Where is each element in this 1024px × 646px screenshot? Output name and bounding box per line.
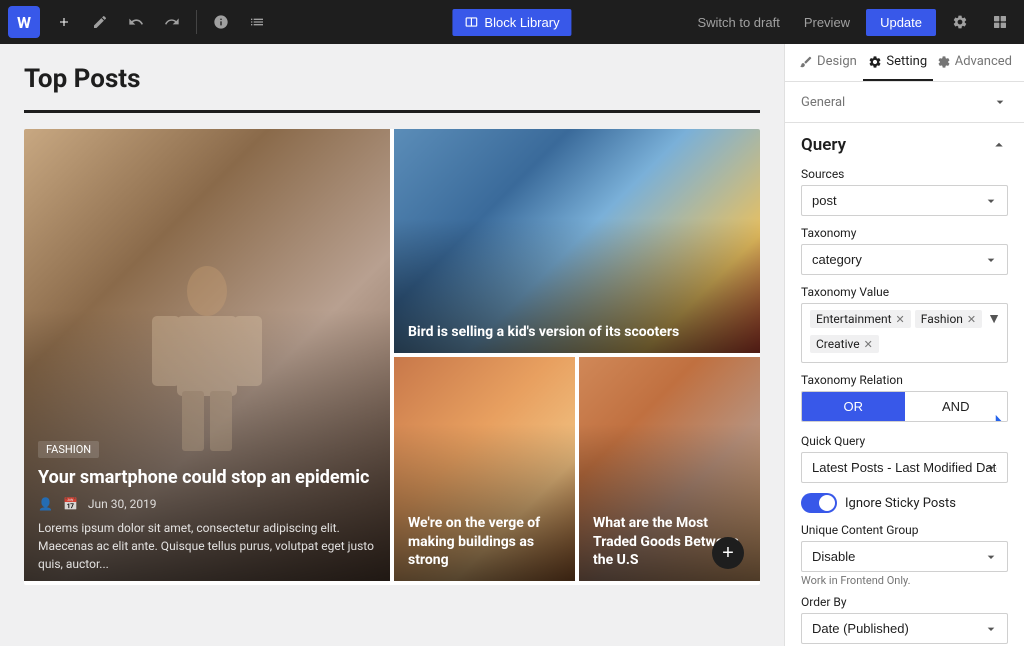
fashion-card-title: Your smartphone could stop an epidemic (38, 466, 376, 489)
preview-button[interactable]: Preview (796, 11, 858, 34)
order-by-label: Order By (801, 595, 1008, 609)
add-content-button[interactable]: + (712, 537, 744, 569)
fashion-card-meta: 👤 📅 Jun 30, 2019 (38, 497, 376, 511)
tab-design[interactable]: Design (793, 44, 863, 81)
verge-card-overlay: We're on the verge of making buildings a… (394, 502, 575, 581)
sources-label: Sources (801, 167, 1008, 181)
toolbar-right: Switch to draft Preview Update (689, 6, 1016, 38)
quick-query-select[interactable]: Latest Posts - Last Modified Date (801, 452, 1008, 483)
taxonomy-value-label: Taxonomy Value (801, 285, 1008, 299)
ignore-sticky-label: Ignore Sticky Posts (845, 496, 956, 511)
undo-button[interactable] (120, 6, 152, 38)
taxonomy-relation-label: Taxonomy Relation (801, 373, 1008, 387)
tag-fashion-remove[interactable]: ✕ (967, 313, 976, 326)
taxonomy-value-field[interactable]: Entertainment ✕ Fashion ✕ Creative ✕ (801, 303, 1008, 363)
unique-content-label: Unique Content Group (801, 523, 1008, 537)
title-underline (24, 110, 760, 113)
right-column: Bird is selling a kid's version of its s… (394, 129, 760, 581)
ignore-sticky-row: Ignore Sticky Posts (801, 493, 1008, 513)
post-card-verge[interactable]: We're on the verge of making buildings a… (394, 357, 575, 581)
settings-button[interactable] (944, 6, 976, 38)
verge-card-title: We're on the verge of making buildings a… (408, 514, 561, 569)
general-chevron-icon (992, 94, 1008, 110)
quick-query-label: Quick Query (801, 434, 1008, 448)
author-icon: 👤 (38, 497, 53, 511)
tag-creative: Creative ✕ (810, 335, 879, 353)
posts-grid: Fashion Your smartphone could stop an ep… (24, 129, 760, 585)
taxonomy-select[interactable]: category (801, 244, 1008, 275)
toolbar: W Block Library Switch to draft Preview … (0, 0, 1024, 44)
bird-card-title: Bird is selling a kid's version of its s… (408, 323, 746, 341)
post-card-bird[interactable]: Bird is selling a kid's version of its s… (394, 129, 760, 353)
ignore-sticky-toggle[interactable] (801, 493, 837, 513)
general-section-header[interactable]: General (785, 82, 1024, 122)
query-title: Query (801, 135, 846, 155)
block-library-button[interactable]: Block Library (452, 9, 571, 36)
post-card-fashion[interactable]: Fashion Your smartphone could stop an ep… (24, 129, 390, 585)
tag-entertainment-remove[interactable]: ✕ (896, 313, 905, 326)
general-label: General (801, 95, 845, 110)
general-section: General (785, 82, 1024, 123)
add-block-button[interactable] (48, 6, 80, 38)
query-section: Query Sources post Taxonomy category (785, 123, 1024, 646)
query-chevron-icon[interactable] (990, 136, 1008, 154)
blocks-panel-button[interactable] (984, 6, 1016, 38)
tab-advanced[interactable]: Advanced (933, 44, 1016, 81)
query-section-title: Query (785, 123, 1024, 159)
query-section-body: Sources post Taxonomy category Taxonomy … (785, 159, 1024, 646)
tools-button[interactable] (84, 6, 116, 38)
taxonomy-value-wrapper: Entertainment ✕ Fashion ✕ Creative ✕ (801, 303, 1008, 363)
relation-or-button[interactable]: OR (802, 392, 905, 421)
taxonomy-relation-row: OR AND (801, 391, 1008, 422)
taxonomy-value-arrow-icon: ▼ (987, 310, 1001, 327)
sources-select[interactable]: post (801, 185, 1008, 216)
bird-card-overlay: Bird is selling a kid's version of its s… (394, 311, 760, 353)
update-button[interactable]: Update (866, 9, 936, 36)
mouse-cursor (991, 411, 1008, 422)
taxonomy-label: Taxonomy (801, 226, 1008, 240)
fashion-card-overlay: Fashion Your smartphone could stop an ep… (24, 426, 390, 585)
editor-area: Top Posts (0, 44, 784, 646)
wp-logo[interactable]: W (8, 6, 40, 38)
switch-to-draft-button[interactable]: Switch to draft (689, 11, 787, 34)
tag-creative-remove[interactable]: ✕ (864, 338, 873, 351)
unique-content-select[interactable]: Disable (801, 541, 1008, 572)
tab-setting[interactable]: Setting (863, 44, 933, 81)
sidebar-tabs: Design Setting Advanced (785, 44, 1024, 82)
order-by-select[interactable]: Date (Published) (801, 613, 1008, 644)
tag-entertainment: Entertainment ✕ (810, 310, 911, 328)
sidebar-panel: Design Setting Advanced General (784, 44, 1024, 646)
fashion-card-excerpt: Lorems ipsum dolor sit amet, consectetur… (38, 519, 376, 573)
date-icon: 📅 (63, 497, 78, 511)
tab-setting-label: Setting (886, 54, 927, 69)
sidebar-content: General Query Sources post Taxon (785, 82, 1024, 646)
divider-1 (196, 10, 197, 34)
toolbar-center: Block Library (452, 9, 571, 36)
main-layout: Top Posts (0, 44, 1024, 646)
bottom-cards-row: We're on the verge of making buildings a… (394, 357, 760, 581)
page-title: Top Posts (24, 64, 760, 94)
unique-content-hint: Work in Frontend Only. (801, 574, 1008, 587)
list-view-button[interactable] (241, 6, 273, 38)
tag-fashion: Fashion ✕ (915, 310, 982, 328)
fashion-card-date: Jun 30, 2019 (88, 497, 157, 511)
info-button[interactable] (205, 6, 237, 38)
fashion-card-category: Fashion (38, 441, 99, 458)
tab-design-label: Design (817, 54, 857, 69)
redo-button[interactable] (156, 6, 188, 38)
tab-advanced-label: Advanced (955, 54, 1012, 69)
